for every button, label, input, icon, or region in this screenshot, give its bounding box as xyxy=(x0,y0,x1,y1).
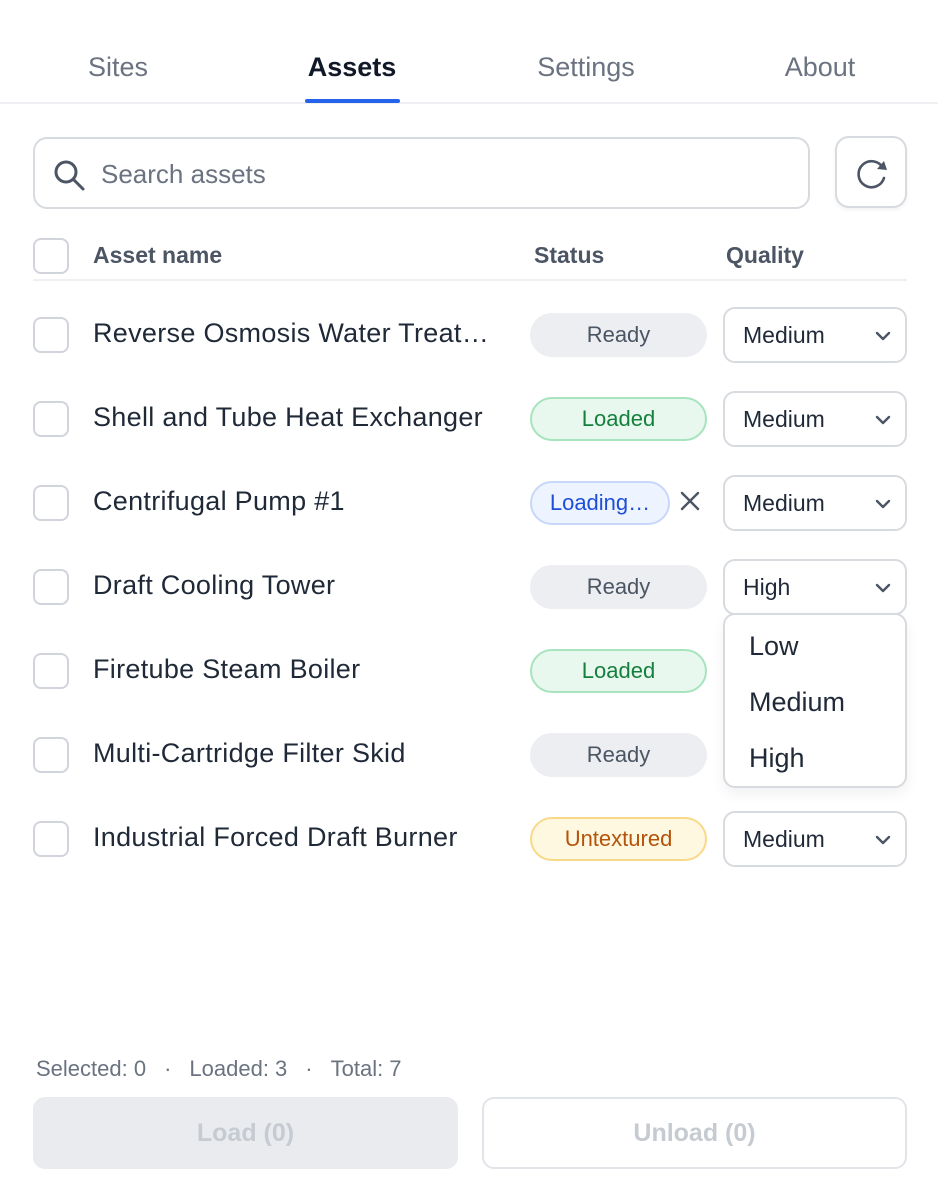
tab-bar: Sites Assets Settings About xyxy=(0,0,938,104)
status-badge: Ready xyxy=(530,313,707,357)
quality-select-value: High xyxy=(743,574,791,600)
selected-count: Selected: 0 xyxy=(36,1056,147,1081)
quality-select-value: Medium xyxy=(743,826,825,852)
tab-about[interactable]: About xyxy=(785,52,856,83)
cancel-loading-icon[interactable] xyxy=(676,487,704,515)
asset-name: Draft Cooling Tower xyxy=(93,570,336,600)
table-row: Centrifugal Pump #1 Loading… Medium xyxy=(33,455,907,539)
tab-settings[interactable]: Settings xyxy=(537,52,635,83)
quality-option-medium[interactable]: Medium xyxy=(749,687,845,718)
quality-select[interactable]: Medium xyxy=(723,391,907,447)
unload-button[interactable]: Unload (0) xyxy=(482,1097,907,1169)
chevron-down-icon xyxy=(875,331,891,341)
quality-select[interactable]: Medium xyxy=(723,475,907,531)
refresh-button[interactable] xyxy=(835,136,907,208)
column-header-name: Asset name xyxy=(93,242,223,268)
row-checkbox[interactable] xyxy=(33,401,69,437)
asset-name: Industrial Forced Draft Burner xyxy=(93,822,458,852)
chevron-down-icon xyxy=(875,835,891,845)
asset-name: Reverse Osmosis Water Treatment Unit xyxy=(93,318,508,348)
quality-select-value: Medium xyxy=(743,406,825,432)
load-button[interactable]: Load (0) xyxy=(33,1097,458,1169)
row-checkbox[interactable] xyxy=(33,317,69,353)
row-checkbox[interactable] xyxy=(33,485,69,521)
status-badge: Loading… xyxy=(530,481,670,525)
quality-select[interactable]: High xyxy=(723,559,907,615)
refresh-icon xyxy=(857,159,887,189)
active-tab-indicator xyxy=(305,99,400,103)
quality-dropdown-menu: Low Medium High xyxy=(723,613,907,788)
quality-option-high[interactable]: High xyxy=(749,743,805,774)
selection-summary: Selected: 0 · Loaded: 3 · Total: 7 xyxy=(36,1056,402,1082)
asset-name: Multi-Cartridge Filter Skid xyxy=(93,738,406,768)
quality-option-low[interactable]: Low xyxy=(749,631,799,662)
chevron-down-icon xyxy=(875,583,891,593)
separator: · xyxy=(305,1056,313,1081)
quality-select[interactable]: Medium xyxy=(723,307,907,363)
search-input[interactable] xyxy=(101,149,791,199)
table-header: Asset name Status Quality xyxy=(33,230,907,281)
row-checkbox[interactable] xyxy=(33,653,69,689)
search-box xyxy=(33,137,810,209)
status-badge: Loaded xyxy=(530,397,707,441)
search-icon xyxy=(54,160,85,191)
total-count: Total: 7 xyxy=(330,1056,402,1081)
loaded-count: Loaded: 3 xyxy=(189,1056,288,1081)
table-row: Shell and Tube Heat Exchanger Loaded Med… xyxy=(33,371,907,455)
status-badge: Untextured xyxy=(530,817,707,861)
chevron-down-icon xyxy=(875,415,891,425)
chevron-down-icon xyxy=(875,499,891,509)
asset-name: Firetube Steam Boiler xyxy=(93,654,361,684)
table-row: Draft Cooling Tower Ready High xyxy=(33,539,907,623)
asset-name: Shell and Tube Heat Exchanger xyxy=(93,402,483,432)
row-checkbox[interactable] xyxy=(33,821,69,857)
column-header-status: Status xyxy=(534,242,605,268)
status-badge: Ready xyxy=(530,565,707,609)
table-row: Industrial Forced Draft Burner Untexture… xyxy=(33,791,907,875)
table-row: Reverse Osmosis Water Treatment Unit Rea… xyxy=(33,287,907,371)
asset-name: Centrifugal Pump #1 xyxy=(93,486,345,516)
tab-assets[interactable]: Assets xyxy=(308,52,397,83)
status-badge: Loaded xyxy=(530,649,707,693)
column-header-quality: Quality xyxy=(726,242,804,268)
row-checkbox[interactable] xyxy=(33,569,69,605)
quality-select-value: Medium xyxy=(743,322,825,348)
tab-sites[interactable]: Sites xyxy=(88,52,148,83)
separator: · xyxy=(164,1056,172,1081)
select-all-checkbox[interactable] xyxy=(33,238,69,274)
row-checkbox[interactable] xyxy=(33,737,69,773)
quality-select[interactable]: Medium xyxy=(723,811,907,867)
quality-select-value: Medium xyxy=(743,490,825,516)
status-badge: Ready xyxy=(530,733,707,777)
